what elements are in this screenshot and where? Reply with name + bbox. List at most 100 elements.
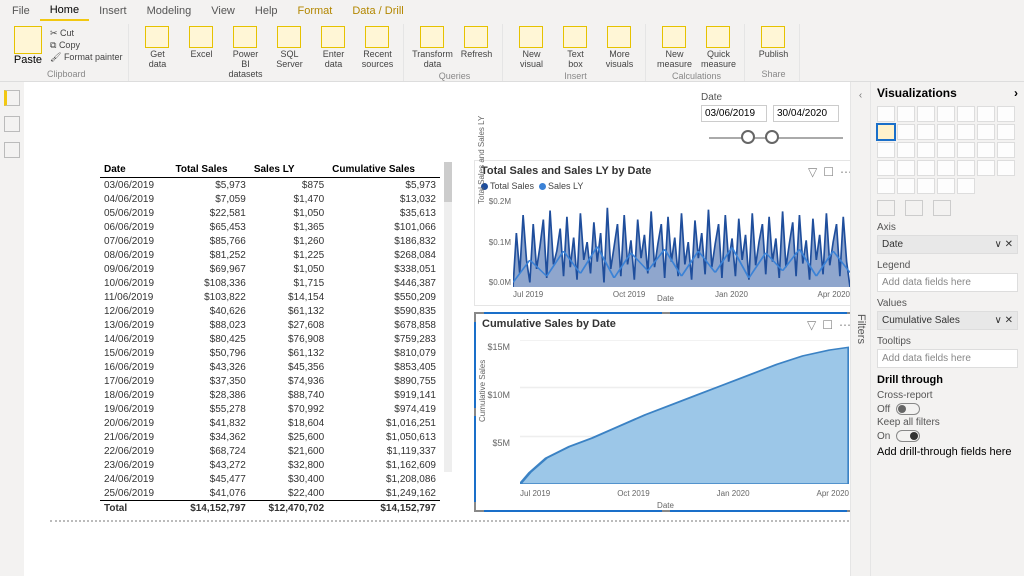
filters-pane-collapsed[interactable]: ‹ Filters [850,82,870,576]
ribbon-btn-enter-data[interactable]: Enterdata [313,26,353,70]
tab-insert[interactable]: Insert [89,2,137,20]
viz-type-27[interactable] [997,160,1015,176]
viz-type-13[interactable] [997,124,1015,140]
focus-icon[interactable]: ☐ [822,318,833,332]
viz-type-24[interactable] [937,160,955,176]
table-row[interactable]: 11/06/2019$103,822$14,154$550,209 [100,290,440,304]
viz-type-9[interactable] [917,124,935,140]
viz-type-23[interactable] [917,160,935,176]
filter-icon[interactable]: ▽ [808,165,817,179]
tab-format[interactable]: Format [288,2,343,20]
viz-type-25[interactable] [957,160,975,176]
data-view-icon[interactable] [4,116,20,132]
viz-type-17[interactable] [937,142,955,158]
tab-view[interactable]: View [201,2,245,20]
viz-type-22[interactable] [897,160,915,176]
table-row[interactable]: 17/06/2019$37,350$74,936$890,755 [100,374,440,388]
ribbon-btn-sql-server[interactable]: SQLServer [269,26,309,70]
viz-type-8[interactable] [897,124,915,140]
viz-type-1[interactable] [897,106,915,122]
table-row[interactable]: 16/06/2019$43,326$45,356$853,405 [100,360,440,374]
legend-field-well[interactable]: Add data fields here [877,273,1018,292]
ribbon-btn-power-bi-datasets[interactable]: PowerBI datasets [225,26,265,80]
table-row[interactable]: 05/06/2019$22,581$1,050$35,613 [100,206,440,220]
viz-type-29[interactable] [897,178,915,194]
ribbon-btn-excel[interactable]: Excel [181,26,221,60]
format-tab-icon[interactable] [905,200,923,216]
table-row[interactable]: 06/06/2019$65,453$1,365$101,066 [100,220,440,234]
viz-type-28[interactable] [877,178,895,194]
tab-modeling[interactable]: Modeling [137,2,202,20]
viz-type-12[interactable] [977,124,995,140]
slicer-from-input[interactable] [701,105,767,122]
viz-type-15[interactable] [897,142,915,158]
drillthrough-field-well[interactable]: Add drill-through fields here [877,446,1018,458]
viz-type-16[interactable] [917,142,935,158]
ribbon-btn-recent-sources[interactable]: Recentsources [357,26,397,70]
slicer-to-input[interactable] [773,105,839,122]
ribbon-btn-more-visuals[interactable]: Morevisuals [599,26,639,70]
cut-button[interactable]: ✂ Cut [50,28,122,39]
viz-type-10[interactable] [937,124,955,140]
ribbon-btn-refresh[interactable]: Refresh [456,26,496,60]
table-row[interactable]: 03/06/2019$5,973$875$5,973 [100,178,440,193]
table-row[interactable]: 13/06/2019$88,023$27,608$678,858 [100,318,440,332]
slicer-knob-left[interactable] [741,130,755,144]
ribbon-btn-transform-data[interactable]: Transformdata [412,26,452,70]
ribbon-btn-get-data[interactable]: Getdata [137,26,177,70]
collapse-pane-icon[interactable]: › [1014,86,1018,100]
table-row[interactable]: 21/06/2019$34,362$25,600$1,050,613 [100,430,440,444]
viz-type-31[interactable] [937,178,955,194]
table-row[interactable]: 18/06/2019$28,386$88,740$919,141 [100,388,440,402]
viz-type-21[interactable] [877,160,895,176]
table-row[interactable]: 10/06/2019$108,336$1,715$446,387 [100,276,440,290]
ribbon-btn-text-box[interactable]: Textbox [555,26,595,70]
tab-home[interactable]: Home [40,1,89,21]
table-row[interactable]: 24/06/2019$45,477$30,400$1,208,086 [100,472,440,486]
chart-cumulative-sales[interactable]: Cumulative Sales by Date ▽ ☐ ⋯ Cumulativ… [474,312,857,512]
table-row[interactable]: 20/06/2019$41,832$18,604$1,016,251 [100,416,440,430]
report-view-icon[interactable] [4,90,20,106]
format-painter-button[interactable]: 🖌 Format painter [50,52,122,63]
viz-type-6[interactable] [997,106,1015,122]
filter-icon[interactable]: ▽ [807,318,816,332]
copy-button[interactable]: ⧉ Copy [50,40,122,51]
fields-tab-icon[interactable] [877,200,895,216]
viz-type-5[interactable] [977,106,995,122]
viz-type-3[interactable] [937,106,955,122]
table-header[interactable]: Cumulative Sales [328,162,440,178]
viz-type-19[interactable] [977,142,995,158]
table-row[interactable]: 19/06/2019$55,278$70,992$974,419 [100,402,440,416]
values-field-well[interactable]: Cumulative Sales∨ ✕ [877,311,1018,330]
keep-filters-toggle[interactable] [896,430,920,442]
date-slicer[interactable]: Date [701,92,851,148]
expand-filters-icon[interactable]: ‹ [859,90,862,101]
tab-file[interactable]: File [2,2,40,20]
viz-type-26[interactable] [977,160,995,176]
viz-type-2[interactable] [917,106,935,122]
viz-type-18[interactable] [957,142,975,158]
viz-type-4[interactable] [957,106,975,122]
report-canvas[interactable]: Date DateTotal SalesSales LYCumulative S… [24,82,870,576]
table-row[interactable]: 07/06/2019$85,766$1,260$186,832 [100,234,440,248]
chart-total-sales-ly[interactable]: Total Sales and Sales LY by Date ▽ ☐ ⋯ T… [474,160,857,306]
slicer-track[interactable] [701,128,851,148]
viz-type-7[interactable] [877,124,895,140]
table-row[interactable]: 14/06/2019$80,425$76,908$759,283 [100,332,440,346]
table-scrollbar[interactable] [444,162,452,472]
ribbon-btn-new-visual[interactable]: Newvisual [511,26,551,70]
viz-type-0[interactable] [877,106,895,122]
ribbon-btn-new-measure[interactable]: Newmeasure [654,26,694,70]
model-view-icon[interactable] [4,142,20,158]
focus-icon[interactable]: ☐ [823,165,834,179]
table-row[interactable]: 12/06/2019$40,626$61,132$590,835 [100,304,440,318]
tab-data-drill[interactable]: Data / Drill [342,2,413,20]
table-row[interactable]: 23/06/2019$43,272$32,800$1,162,609 [100,458,440,472]
ribbon-btn-publish[interactable]: Publish [753,26,793,60]
table-row[interactable]: 08/06/2019$81,252$1,225$268,084 [100,248,440,262]
tooltips-field-well[interactable]: Add data fields here [877,349,1018,368]
table-row[interactable]: 09/06/2019$69,967$1,050$338,051 [100,262,440,276]
ribbon-btn-quick-measure[interactable]: Quickmeasure [698,26,738,70]
viz-type-30[interactable] [917,178,935,194]
cross-report-toggle[interactable] [896,403,920,415]
